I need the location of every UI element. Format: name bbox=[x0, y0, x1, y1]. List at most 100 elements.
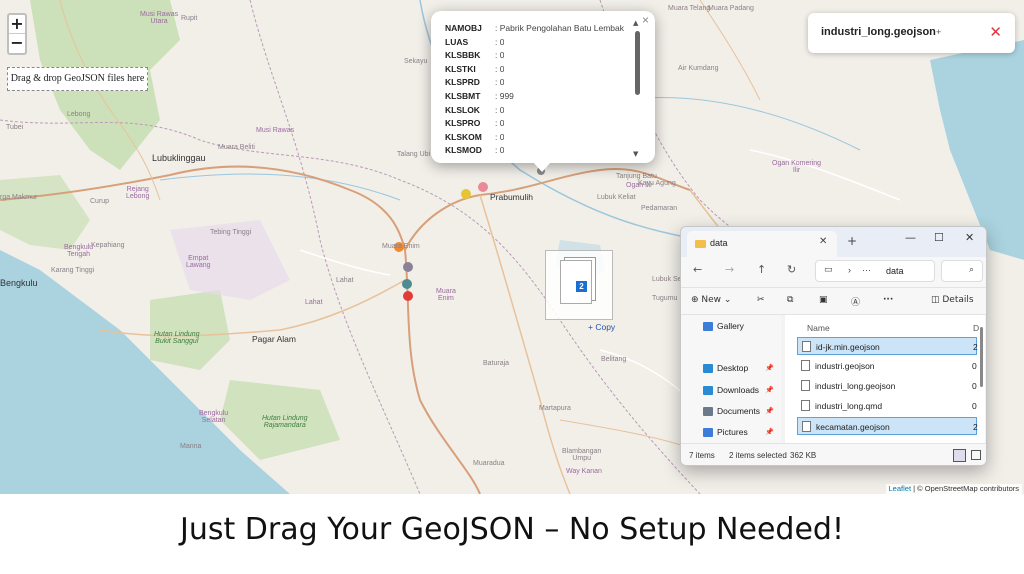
file-row[interactable]: industri.geojson 0 bbox=[797, 357, 977, 375]
feature-popup: × NAMOBJ: Pabrik Pengolahan Batu Lembak L… bbox=[431, 11, 655, 172]
back-arrow-icon[interactable]: ← bbox=[693, 263, 702, 276]
map-label: Tugumu bbox=[652, 295, 678, 302]
file-icon bbox=[801, 400, 810, 411]
map-label: Bengkulu bbox=[0, 278, 38, 288]
file-date: 0 bbox=[972, 361, 977, 371]
scroll-up-icon[interactable]: ▲ bbox=[633, 19, 638, 27]
zoom-in-button[interactable]: + bbox=[9, 15, 25, 34]
search-box[interactable]: ⌕ bbox=[941, 260, 983, 282]
map-label: Lebong bbox=[67, 111, 91, 118]
file-row[interactable]: id-jk.min.geojson 2 bbox=[797, 337, 978, 355]
pin-icon[interactable]: 📌 bbox=[765, 364, 774, 372]
layer-panel: industri_long.geojson + ✕ bbox=[808, 13, 1015, 53]
minimize-button[interactable]: — bbox=[905, 231, 916, 244]
zoom-out-button[interactable]: − bbox=[9, 34, 25, 53]
popup-scrollbar[interactable]: ▲ ▼ bbox=[633, 19, 640, 158]
map-label: Talang Ubi bbox=[397, 151, 431, 158]
leaflet-map[interactable]: Musi Rawas Utara Rupit Muara Telang Muar… bbox=[0, 0, 1024, 494]
map-label: Belitang bbox=[601, 356, 627, 363]
new-button[interactable]: ⊕ New ⌄ bbox=[691, 295, 731, 305]
drag-count-badge: 2 bbox=[576, 281, 587, 292]
marker-pink[interactable] bbox=[478, 182, 488, 192]
tiles-view-icon[interactable] bbox=[971, 450, 981, 460]
attribute-value: : 0 bbox=[495, 131, 505, 142]
file-row[interactable]: industri_long.geojson 0 bbox=[797, 377, 977, 395]
sidebar-item-desktop[interactable]: Desktop bbox=[717, 363, 748, 373]
column-header-name[interactable]: Name bbox=[807, 323, 830, 333]
popup-attribute-list: NAMOBJ: Pabrik Pengolahan Batu Lembak LUA… bbox=[445, 22, 637, 158]
column-header-date[interactable]: D bbox=[973, 323, 979, 333]
address-bar[interactable]: ▭ › ··· data bbox=[815, 260, 935, 282]
close-window-button[interactable]: ✕ bbox=[965, 231, 974, 244]
file-name: kecamatan.geojson bbox=[816, 422, 890, 432]
marker-teal[interactable] bbox=[402, 279, 412, 289]
layer-name[interactable]: industri_long.geojson bbox=[821, 26, 936, 38]
popup-scroll-thumb[interactable] bbox=[635, 31, 640, 95]
sidebar-item-documents[interactable]: Documents bbox=[717, 406, 760, 416]
popup-attribute-row: NAMOBJ: Pabrik Pengolahan Batu Lembak bbox=[445, 22, 637, 36]
rename-icon[interactable]: Ⓐ bbox=[851, 295, 860, 308]
sidebar-item-icon bbox=[703, 322, 713, 331]
up-arrow-icon[interactable]: ↑ bbox=[757, 263, 766, 276]
map-label: Empat Lawang bbox=[186, 255, 211, 269]
sidebar-item-gallery[interactable]: Gallery bbox=[717, 321, 744, 331]
scroll-down-icon[interactable]: ▼ bbox=[633, 150, 638, 158]
file-row[interactable]: industri_long.qmd 0 bbox=[797, 397, 977, 415]
more-path-icon[interactable]: ··· bbox=[862, 265, 871, 275]
popup-attribute-row: KLSTKI: 0 bbox=[445, 63, 637, 77]
details-view-icon[interactable] bbox=[953, 449, 966, 462]
sidebar-item-downloads[interactable]: Downloads bbox=[717, 385, 759, 395]
popup-attribute-row: LUAS: 0 bbox=[445, 36, 637, 50]
pin-icon[interactable]: 📌 bbox=[765, 386, 774, 394]
attribute-value: : 999 bbox=[495, 90, 514, 101]
map-label: rga Makmur bbox=[0, 194, 38, 201]
status-size: 362 KB bbox=[790, 451, 817, 460]
attribute-value: : Pabrik Pengolahan Batu Lembak bbox=[495, 23, 625, 33]
osm-attribution[interactable]: | © OpenStreetMap contributors bbox=[913, 484, 1019, 493]
map-label: Lahat bbox=[305, 299, 323, 306]
details-label: Details bbox=[942, 295, 974, 305]
refresh-icon[interactable]: ↻ bbox=[787, 263, 796, 276]
map-label: Tubei bbox=[6, 124, 24, 131]
layer-expand-icon[interactable]: + bbox=[936, 27, 941, 37]
explorer-tab[interactable]: data ✕ bbox=[687, 231, 837, 257]
attribute-key: KLSBMT bbox=[445, 90, 481, 101]
maximize-button[interactable]: ☐ bbox=[934, 231, 944, 244]
drop-zone-hint[interactable]: Drag & drop GeoJSON files here bbox=[7, 67, 148, 91]
copy-icon[interactable]: ⧉ bbox=[787, 295, 793, 305]
breadcrumb[interactable]: data bbox=[886, 266, 904, 276]
monitor-icon: ▭ bbox=[824, 265, 833, 275]
marker-red[interactable] bbox=[403, 291, 413, 301]
map-label: Karang Tinggi bbox=[51, 267, 95, 274]
drag-ghost: 2 bbox=[545, 250, 613, 320]
details-button[interactable]: ◫ Details bbox=[931, 295, 974, 305]
new-label: New bbox=[701, 295, 722, 305]
map-label: Martapura bbox=[539, 405, 571, 412]
popup-close-button[interactable]: × bbox=[642, 13, 649, 27]
attribute-key: LUAS bbox=[445, 36, 469, 47]
map-label: Curup bbox=[90, 198, 110, 205]
more-options-icon[interactable]: ··· bbox=[883, 295, 893, 305]
file-name: industri_long.qmd bbox=[815, 401, 883, 411]
marker-yellow[interactable] bbox=[461, 189, 471, 199]
pin-icon[interactable]: 📌 bbox=[765, 407, 774, 415]
file-list-scrollbar[interactable] bbox=[980, 327, 983, 387]
marker-gray[interactable] bbox=[403, 262, 413, 272]
file-name: id-jk.min.geojson bbox=[816, 342, 880, 352]
map-label: Rupit bbox=[181, 15, 198, 22]
attribute-key: KLSPRD bbox=[445, 77, 480, 88]
layer-remove-button[interactable]: ✕ bbox=[989, 23, 1002, 41]
new-tab-button[interactable]: + bbox=[847, 234, 857, 248]
tab-title: data bbox=[710, 238, 728, 248]
attribute-key: KLSPRO bbox=[445, 118, 481, 129]
paste-icon[interactable]: ▣ bbox=[819, 295, 828, 305]
forward-arrow-icon[interactable]: → bbox=[725, 263, 734, 276]
tab-close-icon[interactable]: ✕ bbox=[819, 236, 827, 247]
attribute-key: KLSLOK bbox=[445, 104, 480, 115]
sidebar-item-pictures[interactable]: Pictures bbox=[717, 427, 748, 437]
cut-icon[interactable]: ✂ bbox=[757, 295, 765, 305]
pin-icon[interactable]: 📌 bbox=[765, 428, 774, 436]
file-row[interactable]: kecamatan.geojson 2 bbox=[797, 417, 978, 435]
leaflet-link[interactable]: Leaflet bbox=[889, 484, 912, 493]
map-label: Lubuk Keliat bbox=[597, 194, 636, 201]
